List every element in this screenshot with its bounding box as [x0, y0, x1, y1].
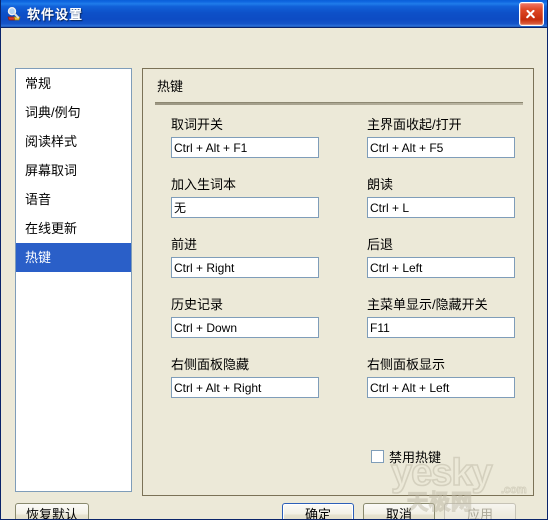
window-title: 软件设置	[27, 7, 84, 22]
hotkey-field-label: 加入生词本	[171, 177, 237, 192]
sidebar-item-6[interactable]: 热键	[16, 243, 131, 272]
hotkey-field: 后退	[367, 237, 515, 278]
hotkey-field-label: 前进	[171, 237, 198, 252]
sidebar-item-3[interactable]: 屏幕取词	[16, 156, 131, 185]
hotkey-field: 历史记录	[171, 297, 319, 338]
hotkey-input[interactable]	[367, 197, 515, 218]
disable-hotkeys-checkbox[interactable]	[371, 450, 384, 463]
dialog-client-area: 常规词典/例句阅读样式屏幕取词语音在线更新热键 热键 取词开关主界面收起/打开加…	[1, 28, 547, 519]
sidebar-item-2[interactable]: 阅读样式	[16, 127, 131, 156]
hotkey-field: 前进	[171, 237, 319, 278]
hotkey-field-label: 右侧面板显示	[367, 357, 446, 372]
close-icon[interactable]	[519, 2, 544, 26]
hotkey-field-label: 后退	[367, 237, 394, 252]
hotkey-group-box: 热键 取词开关 主界面收起/打开加入生词本 朗读前进 后退历史记录 主菜单显示/隐藏开关…	[142, 68, 534, 496]
hotkey-field-label: 取词开关	[171, 117, 224, 132]
hotkey-field: 右侧面板隐藏	[171, 357, 319, 398]
ok-button[interactable]: 确定	[282, 503, 354, 519]
hotkey-field-label: 右侧面板隐藏	[171, 357, 250, 372]
hotkey-input[interactable]	[171, 317, 319, 338]
hotkey-field-label: 历史记录	[171, 297, 224, 312]
hotkey-field: 加入生词本	[171, 177, 319, 218]
hotkey-input[interactable]	[367, 317, 515, 338]
hotkey-field-label: 主界面收起/打开	[367, 117, 462, 132]
hotkey-input[interactable]	[367, 137, 515, 158]
hotkey-input[interactable]	[367, 257, 515, 278]
title-bar-buttons	[519, 2, 544, 26]
sidebar-item-4[interactable]: 语音	[16, 185, 131, 214]
hotkey-input[interactable]	[171, 377, 319, 398]
hotkey-field-label: 朗读	[367, 177, 394, 192]
sidebar-item-1[interactable]: 词典/例句	[16, 98, 131, 127]
cancel-button[interactable]: 取消	[363, 503, 435, 519]
disable-hotkeys-row[interactable]: 禁用热键	[371, 447, 441, 466]
apply-button: 应用	[444, 503, 516, 519]
sidebar-item-5[interactable]: 在线更新	[16, 214, 131, 243]
group-title: 热键	[157, 79, 184, 94]
title-bar: 软件设置	[1, 0, 547, 28]
disable-hotkeys-label: 禁用热键	[389, 450, 442, 465]
group-separator	[155, 102, 523, 105]
hotkey-field-label: 主菜单显示/隐藏开关	[367, 297, 488, 312]
settings-category-list[interactable]: 常规 词典/例句 阅读样式 屏幕取词 语音 在线更新 热键	[15, 68, 132, 492]
hotkey-input[interactable]	[367, 377, 515, 398]
settings-dialog: 软件设置 常规词典/例句阅读样式屏幕取词语音在线更新热键 热键 取词开关主界面收…	[0, 0, 548, 520]
dictionary-app-icon	[6, 6, 22, 22]
hotkey-input[interactable]	[171, 257, 319, 278]
hotkey-input[interactable]	[171, 137, 319, 158]
hotkey-field: 取词开关	[171, 117, 319, 158]
hotkey-field: 朗读	[367, 177, 515, 218]
hotkey-field: 右侧面板显示	[367, 357, 515, 398]
hotkey-input[interactable]	[171, 197, 319, 218]
hotkey-field: 主界面收起/打开	[367, 117, 515, 158]
restore-defaults-button[interactable]: 恢复默认	[15, 503, 89, 519]
sidebar-item-0[interactable]: 常规	[16, 69, 131, 98]
hotkey-field: 主菜单显示/隐藏开关	[367, 297, 515, 338]
